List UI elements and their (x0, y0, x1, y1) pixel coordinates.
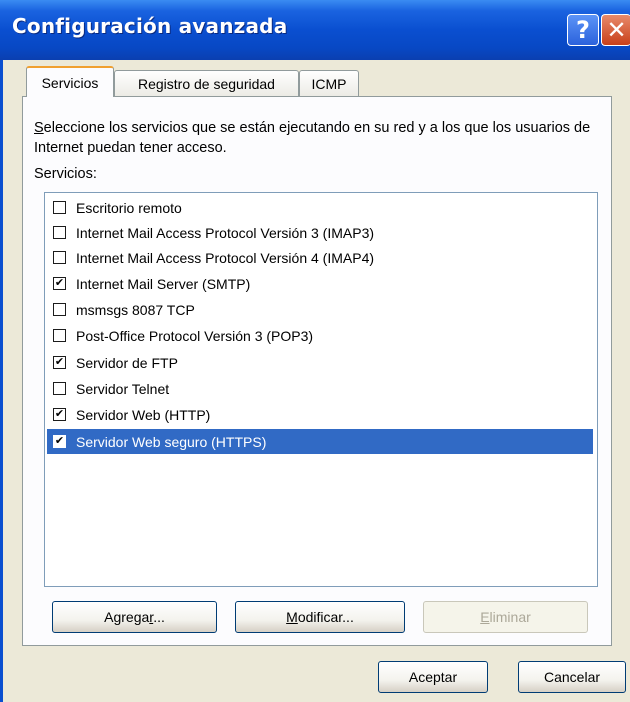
service-item[interactable]: Post-Office Protocol Versión 3 (POP3) (47, 323, 593, 348)
service-item[interactable]: ✔ Servidor Web seguro (HTTPS) (47, 429, 593, 454)
service-item[interactable]: ✔ Servidor Web (HTTP) (47, 402, 593, 427)
service-label: Internet Mail Access Protocol Versión 4 … (76, 249, 375, 266)
dialog-window: Configuración avanzada ? ✕ Servicios Reg… (0, 0, 630, 702)
add-button[interactable]: Agregar... (52, 601, 217, 633)
window-left-border (0, 60, 3, 702)
service-item[interactable]: Escritorio remoto (47, 195, 593, 220)
ok-button-label: Aceptar (408, 669, 458, 685)
delete-button-label: Eliminar (480, 609, 531, 625)
service-label: Internet Mail Access Protocol Versión 3 … (76, 224, 375, 241)
checkbox[interactable] (53, 201, 66, 214)
checkbox[interactable] (53, 329, 66, 342)
close-button[interactable]: ✕ (601, 14, 630, 46)
service-label: msmsgs 8087 TCP (76, 301, 195, 318)
add-label-pre: Agrega (104, 609, 150, 625)
modify-label-post: odificar... (297, 609, 354, 625)
tab-label: Registro de seguridad (138, 75, 275, 92)
checkbox-checked[interactable]: ✔ (53, 277, 66, 290)
delete-access-key: E (480, 609, 490, 625)
service-label: Servidor Web seguro (HTTPS) (76, 433, 267, 450)
description-access-key: S (34, 120, 44, 136)
checkbox[interactable] (53, 303, 66, 316)
services-listbox[interactable]: Escritorio remoto Internet Mail Access P… (44, 192, 598, 587)
help-button[interactable]: ? (567, 14, 599, 46)
checkbox-checked[interactable]: ✔ (53, 356, 66, 369)
title-bar[interactable]: Configuración avanzada ? ✕ (0, 0, 630, 60)
service-label: Escritorio remoto (76, 199, 182, 216)
ok-button[interactable]: Aceptar (378, 661, 488, 693)
checkbox-checked[interactable]: ✔ (53, 435, 66, 448)
service-item[interactable]: msmsgs 8087 TCP (47, 297, 593, 322)
service-item[interactable]: ✔ Servidor de FTP (47, 350, 593, 375)
close-icon: ✕ (606, 16, 627, 44)
service-label: Internet Mail Server (SMTP) (76, 275, 251, 292)
tab-icmp[interactable]: ICMP (299, 70, 359, 96)
service-item[interactable]: Internet Mail Access Protocol Versión 4 … (47, 245, 593, 270)
checkbox[interactable] (53, 382, 66, 395)
add-button-label: Agregar... (104, 609, 165, 625)
service-label: Servidor Telnet (76, 380, 170, 397)
checkbox[interactable] (53, 226, 66, 239)
delete-label-post: liminar (489, 609, 531, 625)
cancel-button-label: Cancelar (543, 669, 601, 685)
service-label: Post-Office Protocol Versión 3 (POP3) (76, 327, 314, 344)
checkbox-checked[interactable]: ✔ (53, 408, 66, 421)
cancel-button[interactable]: Cancelar (518, 661, 626, 693)
service-item[interactable]: ✔ Internet Mail Server (SMTP) (47, 271, 593, 296)
modify-button[interactable]: Modificar... (235, 601, 405, 633)
tab-label: ICMP (311, 75, 347, 92)
checkbox[interactable] (53, 251, 66, 264)
tab-label: Servicios (41, 74, 99, 91)
modify-button-label: Modificar... (286, 609, 354, 625)
delete-button[interactable]: Eliminar (423, 601, 588, 633)
tab-registro-de-seguridad[interactable]: Registro de seguridad (114, 70, 299, 96)
service-label: Servidor Web (HTTP) (76, 406, 211, 423)
service-label: Servidor de FTP (76, 354, 178, 371)
service-item[interactable]: Servidor Telnet (47, 376, 593, 401)
modify-access-key: M (286, 609, 298, 625)
help-icon: ? (576, 16, 590, 44)
services-description: Seleccione los servicios que se están ej… (34, 118, 604, 158)
service-item[interactable]: Internet Mail Access Protocol Versión 3 … (47, 220, 593, 245)
add-label-post: ... (153, 609, 165, 625)
description-text: eleccione los servicios que se están eje… (34, 120, 591, 156)
window-title: Configuración avanzada (12, 14, 288, 38)
services-list-label: Servicios: (34, 166, 97, 182)
tab-servicios[interactable]: Servicios (26, 66, 114, 97)
